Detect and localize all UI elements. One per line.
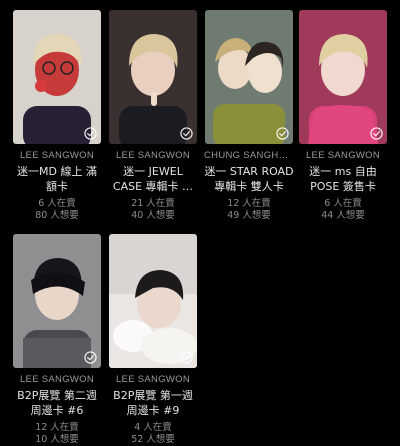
check-circle-icon [370, 127, 383, 140]
card-photo-art [109, 234, 197, 368]
photocard-item[interactable]: CHUNG SANGHYE… 迷一 STAR ROAD 專輯卡 雙人卡 12 人… [204, 10, 294, 222]
card-title[interactable]: 迷一 JEWEL CASE 專輯卡 … [108, 164, 198, 194]
card-artist: LEE SANGWON [19, 374, 95, 385]
check-circle-icon [84, 127, 97, 140]
card-photo-art [299, 10, 387, 144]
card-artist: LEE SANGWON [115, 374, 191, 385]
card-title[interactable]: 迷一 STAR ROAD 專輯卡 雙人卡 [204, 164, 294, 194]
card-artist: LEE SANGWON [115, 150, 191, 161]
card-artist: LEE SANGWON [19, 150, 95, 161]
card-photo-art [13, 234, 101, 368]
photocard-item[interactable]: LEE SANGWON 迷一MD 線上 滿額卡 6 人在賣 80 人想要 [12, 10, 102, 222]
card-title[interactable]: B2P展覽 第二週 周邊卡 #6 [12, 388, 102, 418]
photocard-item[interactable]: LEE SANGWON B2P展覽 第二週 周邊卡 #6 12 人在賣 10 人… [12, 234, 102, 446]
card-photo[interactable] [13, 234, 101, 368]
photocard-item[interactable]: LEE SANGWON 迷一 JEWEL CASE 專輯卡 … 21 人在賣 4… [108, 10, 198, 222]
card-photo-art [205, 10, 293, 144]
check-circle-icon [84, 351, 97, 364]
card-photo[interactable] [109, 234, 197, 368]
card-sellers-count: 6 人在賣 [324, 198, 362, 209]
card-wanters-count: 49 人想要 [227, 210, 271, 221]
card-artist: LEE SANGWON [305, 150, 381, 161]
card-wanters-count: 40 人想要 [131, 210, 175, 221]
card-title[interactable]: 迷一MD 線上 滿額卡 [12, 164, 102, 194]
card-sellers-count: 6 人在賣 [38, 198, 76, 209]
card-photo[interactable] [13, 10, 101, 144]
check-circle-icon [180, 351, 193, 364]
card-photo-art [109, 10, 197, 144]
card-sellers-count: 4 人在賣 [134, 422, 172, 433]
card-title[interactable]: B2P展覽 第一週 周邊卡 #9 [108, 388, 198, 418]
card-sellers-count: 12 人在賣 [35, 422, 79, 433]
card-photo[interactable] [205, 10, 293, 144]
photocard-item[interactable]: LEE SANGWON B2P展覽 第一週 周邊卡 #9 4 人在賣 52 人想… [108, 234, 198, 446]
photocard-item[interactable]: LEE SANGWON 迷一 ms 自由 POSE 簽售卡 6 人在賣 44 人… [298, 10, 388, 222]
card-sellers-count: 21 人在賣 [131, 198, 175, 209]
check-circle-icon [180, 127, 193, 140]
card-title[interactable]: 迷一 ms 自由 POSE 簽售卡 [298, 164, 388, 194]
check-circle-icon [276, 127, 289, 140]
card-wanters-count: 80 人想要 [35, 210, 79, 221]
card-wanters-count: 10 人想要 [35, 434, 79, 445]
card-photo-art [13, 10, 101, 144]
card-wanters-count: 52 人想要 [131, 434, 175, 445]
card-sellers-count: 12 人在賣 [227, 198, 271, 209]
card-photo[interactable] [109, 10, 197, 144]
card-artist: CHUNG SANGHYE… [204, 150, 294, 161]
card-wanters-count: 44 人想要 [321, 210, 365, 221]
card-photo[interactable] [299, 10, 387, 144]
